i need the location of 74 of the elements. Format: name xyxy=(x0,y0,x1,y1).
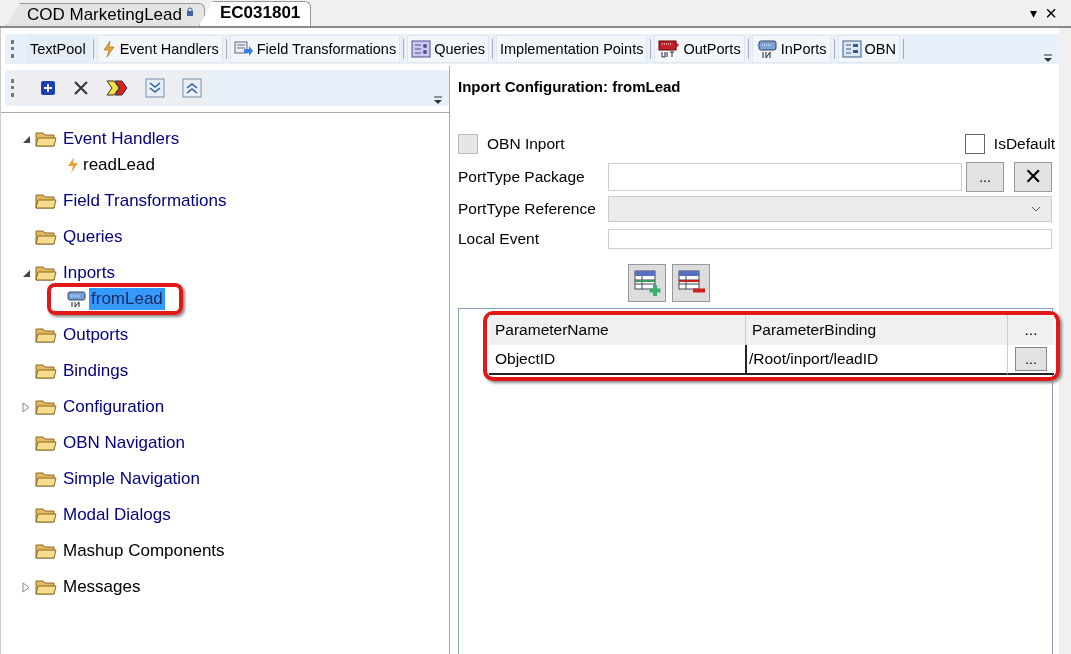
tree-item[interactable]: fromLead xyxy=(89,287,165,310)
toolbar-button[interactable]: OutPorts xyxy=(654,35,745,63)
browse-button[interactable]: ... xyxy=(966,162,1004,192)
list-arrow-icon xyxy=(233,40,254,58)
folder-icon xyxy=(35,228,57,246)
tab-menu-button[interactable]: ▾ xyxy=(1030,5,1038,21)
collapsed-arrow-icon[interactable] xyxy=(22,581,30,593)
toolbar-overflow-icon[interactable] xyxy=(433,95,443,105)
collapsed-arrow-icon[interactable] xyxy=(22,401,30,413)
inport-icon xyxy=(755,39,778,59)
folder-icon xyxy=(35,264,57,282)
column-header[interactable]: ParameterName xyxy=(489,315,745,345)
tree-item[interactable]: Modal Dialogs xyxy=(61,504,173,526)
add-row-button[interactable] xyxy=(627,264,666,302)
chevron-down-icon xyxy=(1031,206,1041,212)
toolbar-button[interactable]: InPorts xyxy=(751,35,831,63)
document-tab[interactable]: EC031801 xyxy=(198,1,312,26)
tree-item[interactable]: Event Handlers xyxy=(61,128,182,150)
folder-icon xyxy=(35,434,57,452)
toolbar-button[interactable]: Field Transformations xyxy=(229,35,401,63)
toolbar-button[interactable]: Implementation Points xyxy=(495,35,648,63)
outport-icon xyxy=(658,39,681,59)
close-button[interactable]: × xyxy=(1045,5,1057,21)
toolbar-grip[interactable] xyxy=(11,40,17,58)
add-icon[interactable] xyxy=(40,80,56,96)
tree-item[interactable]: Configuration xyxy=(61,396,167,418)
folder-icon xyxy=(35,470,57,488)
tree-item[interactable]: Inports xyxy=(61,262,117,284)
toolbar-button[interactable]: OBN xyxy=(837,35,900,63)
folder-icon xyxy=(35,362,57,380)
clear-button[interactable]: ✕ xyxy=(1014,162,1052,192)
folder-icon xyxy=(35,398,57,416)
collapse-all-icon[interactable] xyxy=(182,78,202,98)
lightning-icon xyxy=(65,155,79,174)
inport-icon xyxy=(65,289,87,308)
tree-item[interactable]: Simple Navigation xyxy=(61,468,202,490)
checkbox-label: OBN Inport xyxy=(487,135,565,153)
remove-row-button[interactable] xyxy=(671,264,710,302)
checkbox[interactable] xyxy=(964,134,985,154)
toolbar-overflow-icon[interactable] xyxy=(1043,53,1053,63)
input-field[interactable] xyxy=(608,229,1052,249)
expanded-arrow-icon[interactable] xyxy=(21,134,31,144)
folder-icon xyxy=(35,326,57,344)
form-icon xyxy=(841,40,862,58)
tree-item[interactable]: Messages xyxy=(61,576,143,598)
checkbox-label: IsDefault xyxy=(993,135,1055,153)
folder-icon xyxy=(35,542,57,560)
delete-icon[interactable] xyxy=(73,80,89,96)
toolbar-button[interactable]: Queries xyxy=(407,35,489,63)
tree-item[interactable]: OBN Navigation xyxy=(61,432,187,454)
field-label: Local Event xyxy=(458,230,540,248)
lightning-icon xyxy=(100,40,117,58)
toolbar-button[interactable]: Event Handlers xyxy=(96,35,223,63)
panel-title: Inport Configuration: fromLead xyxy=(458,78,681,97)
folder-icon xyxy=(35,578,57,596)
list-icon xyxy=(411,40,432,58)
cell-browse-button[interactable]: ... xyxy=(1015,347,1047,371)
tree-item[interactable]: readLead xyxy=(81,153,157,176)
expanded-arrow-icon[interactable] xyxy=(21,268,31,278)
folder-icon xyxy=(35,506,57,524)
expand-all-icon[interactable] xyxy=(145,78,165,98)
input-field[interactable] xyxy=(608,163,962,191)
document-tab[interactable]: COD MarketingLead xyxy=(6,3,205,26)
folder-icon xyxy=(35,130,57,148)
tree-item[interactable]: Outports xyxy=(61,324,131,346)
toolbar-button[interactable]: TextPool xyxy=(26,35,90,63)
tree-item[interactable]: Mashup Components xyxy=(61,540,227,562)
folder-icon xyxy=(35,192,57,210)
tree-item[interactable]: Queries xyxy=(61,226,125,248)
field-label: PortType Reference xyxy=(458,200,597,218)
field-label: PortType Package xyxy=(458,168,586,186)
tree-item[interactable]: Field Transformations xyxy=(61,190,229,212)
table-cell: /Root/inport/leadID xyxy=(745,345,1007,375)
tree-item[interactable]: Bindings xyxy=(61,360,131,382)
